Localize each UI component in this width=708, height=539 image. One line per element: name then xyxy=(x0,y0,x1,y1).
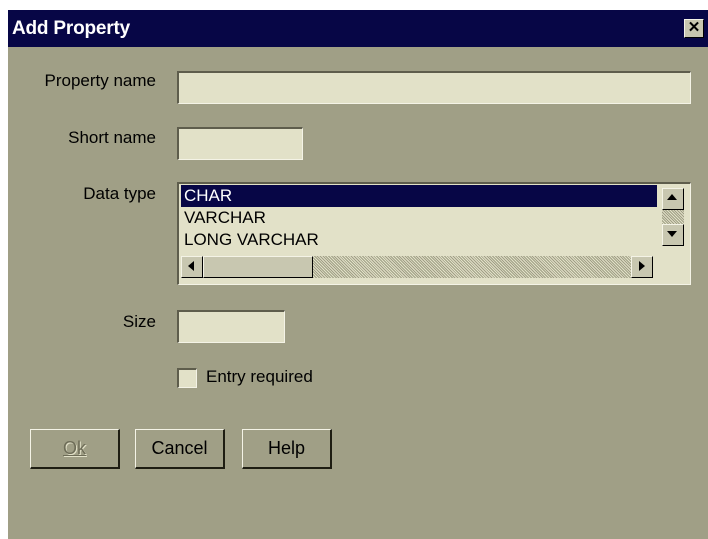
add-property-dialog: Add Property ✕ Property name Short name … xyxy=(8,10,708,539)
close-button[interactable]: ✕ xyxy=(684,19,704,38)
help-button-label: Help xyxy=(267,438,306,458)
size-label: Size xyxy=(122,312,156,331)
property-name-field[interactable] xyxy=(177,71,691,104)
arrow-left-icon xyxy=(188,261,194,271)
data-type-listbox[interactable]: CHAR VARCHAR LONG VARCHAR xyxy=(177,182,691,285)
scroll-right-button[interactable] xyxy=(631,256,653,278)
data-type-option-varchar[interactable]: VARCHAR xyxy=(181,207,657,229)
ok-button-label: Ok xyxy=(62,438,86,458)
arrow-up-icon xyxy=(667,194,677,200)
vertical-scroll-track[interactable] xyxy=(662,210,684,224)
data-type-option-long-varchar[interactable]: LONG VARCHAR xyxy=(181,229,657,245)
ok-button[interactable]: Ok xyxy=(30,429,120,469)
short-name-label: Short name xyxy=(68,128,156,147)
cancel-button[interactable]: Cancel xyxy=(135,429,225,469)
dialog-title: Add Property xyxy=(12,18,130,39)
close-icon: ✕ xyxy=(687,19,701,36)
scroll-left-button[interactable] xyxy=(181,256,203,278)
help-button[interactable]: Help xyxy=(242,429,332,469)
size-field[interactable] xyxy=(177,310,285,343)
cancel-button-label: Cancel xyxy=(151,438,208,458)
data-type-label: Data type xyxy=(83,184,156,203)
data-type-option-char[interactable]: CHAR xyxy=(181,185,657,207)
entry-required-label[interactable]: Entry required xyxy=(206,367,313,387)
short-name-field[interactable] xyxy=(177,127,303,160)
entry-required-checkbox[interactable] xyxy=(177,368,197,388)
arrow-down-icon xyxy=(667,231,677,237)
horizontal-scroll-thumb[interactable] xyxy=(203,256,313,278)
scroll-down-button[interactable] xyxy=(662,224,684,246)
arrow-right-icon xyxy=(639,261,645,271)
property-name-label: Property name xyxy=(44,71,157,90)
horizontal-scroll-track[interactable] xyxy=(313,256,631,278)
scroll-up-button[interactable] xyxy=(662,188,684,210)
title-bar[interactable]: Add Property ✕ xyxy=(8,10,708,47)
